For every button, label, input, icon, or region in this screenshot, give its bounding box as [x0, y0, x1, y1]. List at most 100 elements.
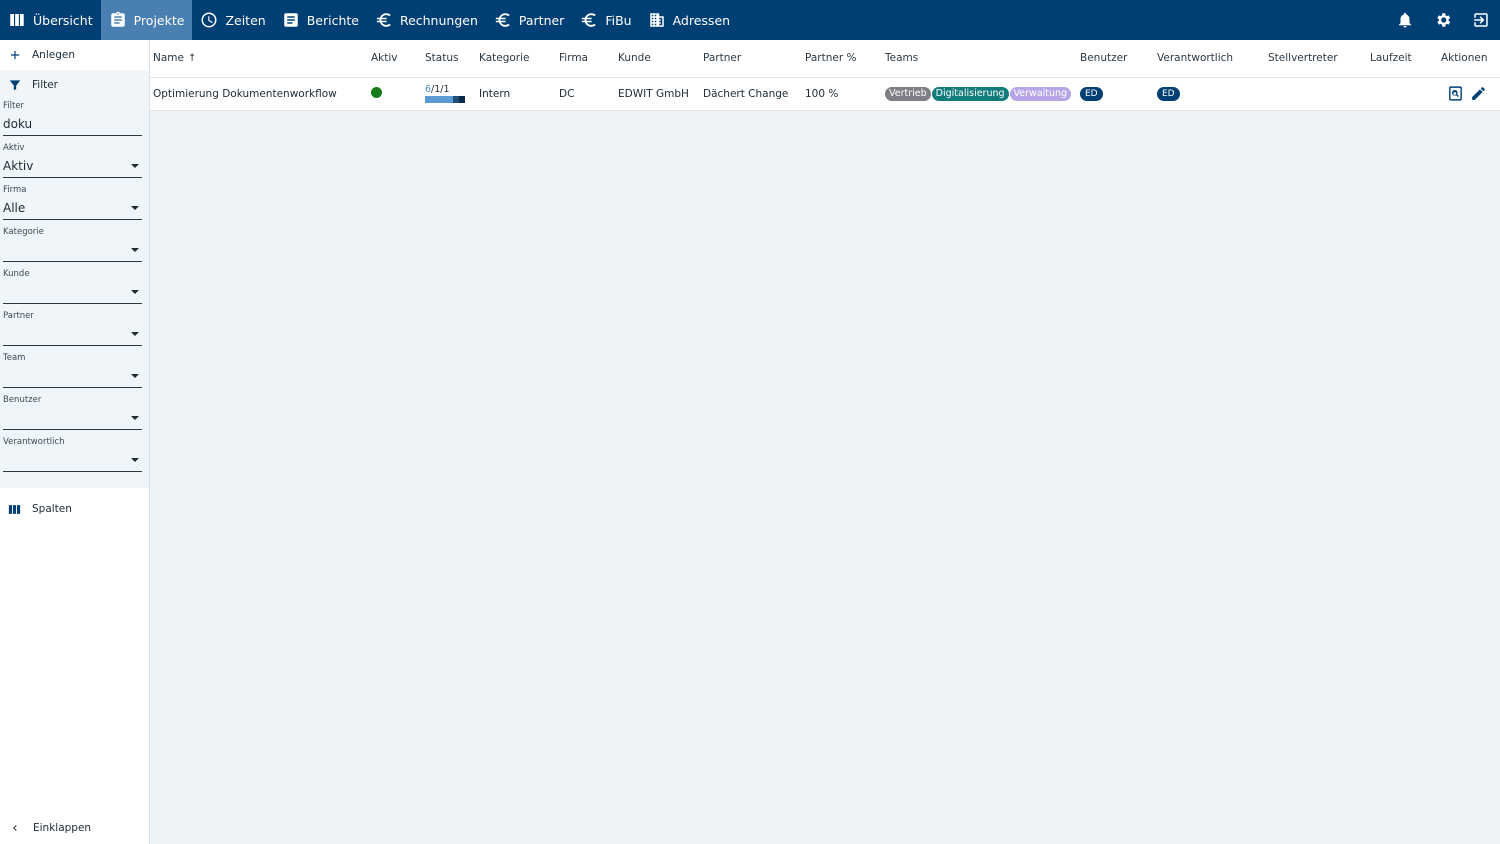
column-header-partner-percent[interactable]: Partner %	[802, 40, 882, 78]
aktiv-select-field: Aktiv Aktiv	[0, 142, 149, 178]
column-header-status[interactable]: Status	[422, 40, 476, 78]
field-label: Filter	[3, 101, 25, 111]
column-header-firma[interactable]: Firma	[556, 40, 615, 78]
nav-label: Adressen	[672, 12, 731, 28]
column-header-laufzeit[interactable]: Laufzeit	[1367, 40, 1438, 78]
settings-button[interactable]	[1424, 0, 1462, 40]
clipboard-icon	[110, 11, 125, 27]
kategorie-select[interactable]	[3, 238, 142, 262]
user-avatar-badge: ED	[1080, 86, 1103, 101]
benutzer-select[interactable]	[3, 406, 142, 430]
column-header-verantwortlich[interactable]: Verantwortlich	[1154, 40, 1265, 78]
select-value: Alle	[3, 200, 26, 215]
create-button[interactable]: Anlegen	[0, 40, 149, 70]
team-chip: Digitalisierung	[931, 86, 1009, 101]
nav-label: Zeiten	[225, 12, 266, 28]
nav-label: Berichte	[306, 12, 359, 28]
building-icon	[649, 13, 664, 27]
gear-icon	[1437, 13, 1451, 27]
filter-header[interactable]: Filter	[0, 70, 149, 100]
nav-item-berichte[interactable]: Berichte	[274, 0, 367, 40]
field-label: Kategorie	[3, 227, 44, 237]
team-chip: Vertrieb	[885, 86, 931, 101]
table-row[interactable]: Optimierung Dokumentenworkflow 6/1/1 Int…	[150, 77, 1500, 111]
status-count-rest: /1/1	[431, 84, 450, 95]
nav-item-rechnungen[interactable]: Rechnungen	[367, 0, 486, 40]
main-content: Name ↑ Aktiv Status Kategorie Firma Kunde…	[150, 40, 1500, 111]
filter-input-box	[3, 112, 142, 136]
logout-button[interactable]	[1462, 0, 1500, 40]
nav-item-adressen[interactable]: Adressen	[640, 0, 738, 40]
partner-select[interactable]	[3, 322, 142, 346]
firma-select-field: Firma Alle	[0, 184, 149, 220]
kategorie-select-field: Kategorie	[0, 226, 149, 262]
euro-icon	[495, 13, 510, 27]
cell-teams: Vertrieb Digitalisierung Verwaltung	[882, 77, 1077, 111]
cell-name: Optimierung Dokumentenworkflow	[150, 77, 368, 111]
cell-status: 6/1/1	[422, 77, 476, 111]
column-header-benutzer[interactable]: Benutzer	[1077, 40, 1154, 78]
cell-stellvertreter	[1265, 77, 1367, 111]
cell-aktiv	[368, 77, 422, 111]
nav-item-partner[interactable]: Partner	[486, 0, 572, 40]
status-progress-bar	[425, 96, 465, 103]
active-status-dot	[371, 86, 382, 98]
nav-item-uebersicht[interactable]: Übersicht	[0, 0, 101, 40]
cell-firma: DC	[556, 77, 615, 111]
team-chip: Verwaltung	[1009, 86, 1072, 101]
chevron-down-icon	[131, 373, 139, 378]
field-label: Benutzer	[3, 395, 42, 405]
column-header-name[interactable]: Name ↑	[150, 40, 368, 78]
collapse-button[interactable]: Einklappen	[0, 816, 100, 840]
select-value: Aktiv	[3, 158, 34, 173]
team-select[interactable]	[3, 364, 142, 388]
column-header-kategorie[interactable]: Kategorie	[476, 40, 556, 78]
top-navigation: Übersicht Projekte Zeiten Berichte Rechn…	[0, 0, 1500, 40]
field-label: Partner	[3, 311, 34, 321]
view-details-icon[interactable]	[1447, 85, 1464, 102]
nav-label: Projekte	[133, 12, 185, 28]
verantwortlich-select[interactable]	[3, 448, 142, 472]
document-icon	[283, 13, 298, 27]
column-header-stellvertreter[interactable]: Stellvertreter	[1265, 40, 1367, 78]
euro-icon	[581, 13, 597, 27]
notifications-button[interactable]	[1386, 0, 1424, 40]
team-select-field: Team	[0, 352, 149, 388]
collapse-label: Einklappen	[33, 822, 92, 834]
edit-pencil-icon[interactable]	[1470, 85, 1487, 102]
chevron-down-icon	[131, 163, 139, 168]
status-counts: 6/1/1	[425, 84, 473, 95]
nav-item-fibu[interactable]: FiBu	[572, 0, 639, 40]
column-header-aktiv[interactable]: Aktiv	[368, 40, 422, 78]
chevron-down-icon	[131, 289, 139, 294]
cell-kunde: EDWIT GmbH	[615, 77, 700, 111]
column-header-teams[interactable]: Teams	[882, 40, 1077, 78]
kunde-select-field: Kunde	[0, 268, 149, 304]
nav-label: Übersicht	[33, 12, 93, 28]
bell-icon	[1399, 12, 1411, 28]
nav-item-projekte[interactable]: Projekte	[100, 0, 193, 40]
filter-text-field: Filter	[0, 100, 149, 136]
projects-table: Name ↑ Aktiv Status Kategorie Firma Kunde…	[150, 40, 1500, 111]
nav-item-zeiten[interactable]: Zeiten	[192, 0, 273, 40]
aktiv-select[interactable]: Aktiv	[3, 154, 142, 178]
cell-verantwortlich: ED	[1154, 77, 1265, 111]
field-label: Kunde	[3, 269, 30, 279]
cell-partner: Dächert Change	[700, 77, 802, 111]
firma-select[interactable]: Alle	[3, 196, 142, 220]
funnel-icon	[9, 80, 21, 91]
columns-button[interactable]: Spalten	[0, 494, 149, 524]
chevron-down-icon	[131, 415, 139, 420]
field-label: Firma	[3, 185, 27, 195]
status-bar-segment	[459, 96, 465, 103]
kunde-select[interactable]	[3, 280, 142, 304]
columns-label: Spalten	[32, 503, 72, 515]
column-header-partner[interactable]: Partner	[700, 40, 802, 78]
column-header-kunde[interactable]: Kunde	[615, 40, 700, 78]
chevron-down-icon	[131, 205, 139, 210]
filter-panel: Filter Filter Aktiv Aktiv Firma Alle Kat…	[0, 70, 149, 488]
cell-laufzeit	[1367, 77, 1438, 111]
table-header-row: Name ↑ Aktiv Status Kategorie Firma Kunde…	[150, 40, 1500, 78]
filter-input[interactable]	[3, 112, 142, 135]
columns-icon	[8, 504, 21, 514]
